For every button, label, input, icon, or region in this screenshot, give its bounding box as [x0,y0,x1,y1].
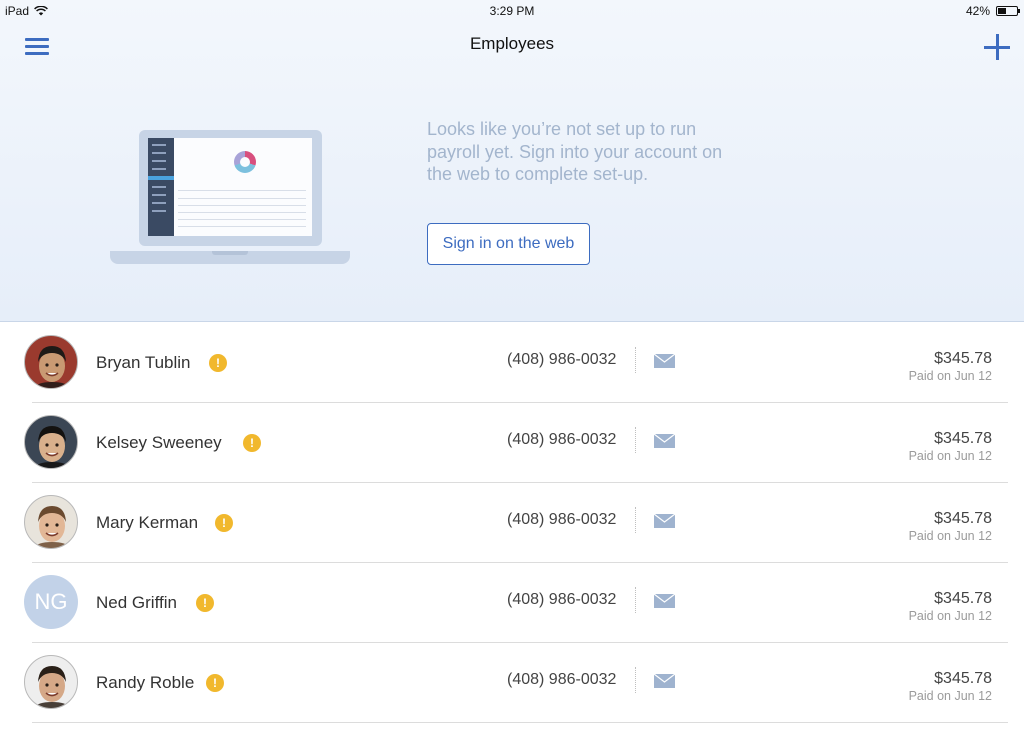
battery-icon [996,6,1020,16]
divider [635,507,636,533]
navigation-bar: Employees [0,22,1024,66]
employee-row[interactable]: Mary Kerman ! (408) 986-0032 $345.78 Pai… [24,483,1008,563]
employee-list: Bryan Tublin ! (408) 986-0032 $345.78 Pa… [0,323,1024,723]
paid-date: Paid on Jun 12 [908,529,992,543]
pay-amount: $345.78 [934,430,992,447]
employee-row[interactable]: Kelsey Sweeney ! (408) 986-0032 $345.78 … [24,403,1008,483]
employee-name: Bryan Tublin [96,353,191,372]
page-title: Employees [469,34,555,53]
mail-icon[interactable] [654,434,675,448]
pay-amount: $345.78 [934,350,992,367]
employee-name: Ned Griffin [96,593,177,612]
warning-icon[interactable]: ! [243,434,261,452]
divider [635,667,636,693]
divider [635,427,636,453]
paid-date: Paid on Jun 12 [908,449,992,463]
clock: 3:29 PM [489,4,535,18]
avatar [24,655,78,709]
pay-amount: $345.78 [934,510,992,527]
mail-icon[interactable] [654,354,675,368]
employee-phone[interactable]: (408) 986-0032 [507,671,616,689]
mail-icon[interactable] [654,594,675,608]
employee-phone[interactable]: (408) 986-0032 [507,511,616,529]
avatar [24,495,78,549]
laptop-dashboard-illustration [110,130,350,265]
paid-date: Paid on Jun 12 [908,609,992,623]
warning-icon[interactable]: ! [196,594,214,612]
employee-row[interactable]: Bryan Tublin ! (408) 986-0032 $345.78 Pa… [24,323,1008,403]
battery-percent: 42% [965,4,990,18]
avatar [24,415,78,469]
status-bar: iPad 3:29 PM 42% [0,0,1024,22]
paid-date: Paid on Jun 12 [908,369,992,383]
warning-icon[interactable]: ! [206,674,224,692]
divider [635,347,636,373]
pay-amount: $345.78 [934,590,992,607]
mail-icon[interactable] [654,674,675,688]
avatar: NG [24,575,78,629]
employee-name: Kelsey Sweeney [96,433,222,452]
paid-date: Paid on Jun 12 [908,689,992,703]
warning-icon[interactable]: ! [215,514,233,532]
employee-name: Randy Roble [96,673,195,692]
employee-phone[interactable]: (408) 986-0032 [507,431,616,449]
setup-banner: iPad 3:29 PM 42% Employees Looks like yo… [0,0,1024,322]
avatar [24,335,78,389]
employee-phone[interactable]: (408) 986-0032 [507,591,616,609]
add-employee-button[interactable] [984,34,1010,60]
employee-phone[interactable]: (408) 986-0032 [507,351,616,369]
pay-amount: $345.78 [934,670,992,687]
employee-row[interactable]: Randy Roble ! (408) 986-0032 $345.78 Pai… [24,643,1008,723]
mail-icon[interactable] [654,514,675,528]
warning-icon[interactable]: ! [209,354,227,372]
sign-in-on-web-button[interactable]: Sign in on the web [427,223,590,265]
divider [635,587,636,613]
employee-row[interactable]: NG Ned Griffin ! (408) 986-0032 $345.78 … [24,563,1008,643]
setup-message: Looks like you’re not set up to run payr… [427,119,723,184]
employee-name: Mary Kerman [96,513,199,532]
